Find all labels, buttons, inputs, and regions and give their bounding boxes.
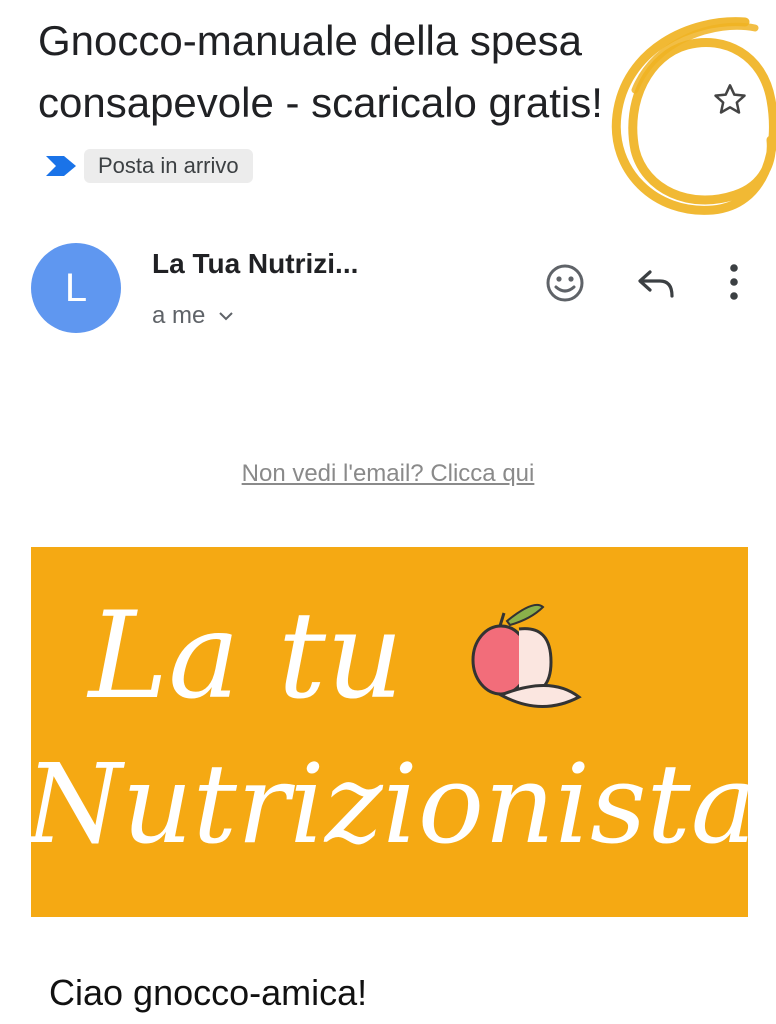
banner-logo: La tu Nutrizionista xyxy=(23,587,757,868)
view-in-browser-link[interactable]: Non vedi l'email? Clicca qui xyxy=(0,460,776,488)
star-icon[interactable] xyxy=(710,80,750,120)
newsletter-banner[interactable]: La tu Nutrizionista xyxy=(23,547,757,917)
svg-text:La tu: La tu xyxy=(87,587,404,726)
sender-name[interactable]: La Tua Nutrizi... xyxy=(152,248,358,280)
sender-avatar[interactable]: L xyxy=(31,243,121,333)
chevron-down-icon xyxy=(219,312,234,321)
label-row: Posta in arrivo xyxy=(44,148,253,184)
more-vert-icon[interactable] xyxy=(722,262,746,302)
importance-marker-icon xyxy=(46,156,76,176)
reply-icon[interactable] xyxy=(636,266,676,300)
apple-illustration xyxy=(471,603,582,708)
emoji-reaction-icon[interactable] xyxy=(543,261,587,305)
svg-text:Nutrizionista: Nutrizionista xyxy=(31,740,748,868)
recipient-details[interactable]: a me xyxy=(152,302,235,330)
recipient-text: a me xyxy=(152,302,206,329)
email-subject: Gnocco-manuale della spesa consapevole -… xyxy=(38,17,603,126)
email-greeting: Ciao gnocco-amica! xyxy=(49,972,368,1013)
label-chip-inbox[interactable]: Posta in arrivo xyxy=(84,149,253,183)
